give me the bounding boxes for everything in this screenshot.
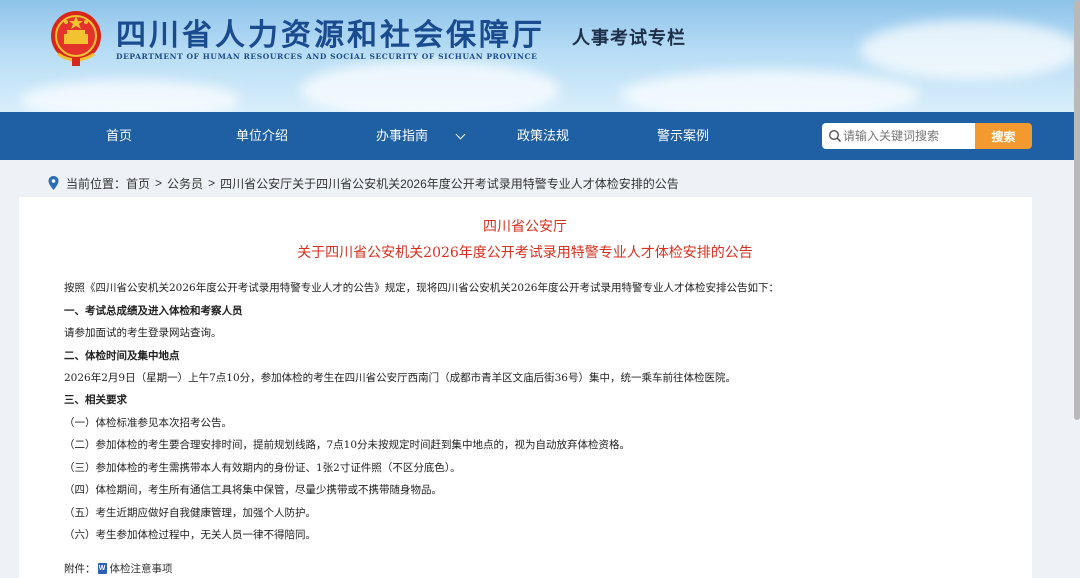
breadcrumb-current: 四川省公安厅关于四川省公安机关2026年度公开考试录用特警专业人才体检安排的公告 xyxy=(220,176,679,191)
chevron-down-icon[interactable] xyxy=(455,129,466,140)
nav-item-home[interactable]: 首页 xyxy=(106,112,132,160)
nav-item-about[interactable]: 单位介绍 xyxy=(236,112,288,160)
section-heading: 二、体检时间及集中地点 xyxy=(64,350,180,362)
nav-item-cases[interactable]: 警示案例 xyxy=(657,112,709,160)
article-paragraph: （六）考生参加体检过程中，无关人员一律不得陪同。 xyxy=(64,529,316,541)
site-title: 四川省人力资源和社会保障厅 xyxy=(116,18,545,53)
article-paragraph: （二）参加体检的考生要合理安排时间，提前规划线路，7点10分未按规定时间赶到集中… xyxy=(64,439,631,451)
breadcrumb-separator: > xyxy=(155,176,163,190)
section-heading: 一、考试总成绩及进入体检和考察人员 xyxy=(64,305,243,317)
attachment-link[interactable]: 体检注意事项 xyxy=(110,561,173,576)
nav-item-guide[interactable]: 办事指南 xyxy=(376,112,428,160)
article-paragraph: （一）体检标准参见本次招考公告。 xyxy=(64,417,232,429)
article-paragraph: 请参加面试的考生登录网站查询。 xyxy=(64,327,222,339)
search-button[interactable]: 搜索 xyxy=(975,123,1032,149)
header-banner: 四川省人力资源和社会保障厅 DEPARTMENT OF HUMAN RESOUR… xyxy=(0,0,1080,112)
article-org: 四川省公安厅 xyxy=(483,219,567,235)
breadcrumb-separator: > xyxy=(208,176,216,190)
attachment-label: 附件： xyxy=(64,563,96,575)
article-title: 关于四川省公安机关2026年度公开考试录用特警专业人才体检安排的公告 xyxy=(297,245,753,261)
page-scrollbar[interactable] xyxy=(1074,0,1080,420)
article-paragraph: （五）考生近期应做好自我健康管理，加强个人防护。 xyxy=(64,507,316,519)
article-paragraph: 按照《四川省公安机关2026年度公开考试录用特警专业人才的公告》规定，现将四川省… xyxy=(64,282,779,294)
breadcrumb: 当前位置： 首页 > 公务员 > 四川省公安厅关于四川省公安机关2026年度公开… xyxy=(48,173,679,193)
column-tag: 人事考试专栏 xyxy=(572,28,686,49)
breadcrumb-home[interactable]: 首页 xyxy=(126,175,150,192)
location-pin-icon xyxy=(48,176,59,190)
article-paragraph: （三）参加体检的考生需携带本人有效期内的身份证、1张2寸证件照（不区分底色）。 xyxy=(64,462,461,474)
search-input[interactable] xyxy=(843,124,971,148)
breadcrumb-prefix: 当前位置： xyxy=(66,176,127,191)
national-emblem-icon xyxy=(51,11,101,66)
word-document-icon: W xyxy=(97,563,107,574)
article-paragraph: （四）体检期间，考生所有通信工具将集中保管，尽量少携带或不携带随身物品。 xyxy=(64,484,442,496)
site-subtitle: DEPARTMENT OF HUMAN RESOURCES AND SOCIAL… xyxy=(116,52,538,61)
article-paragraph: 2026年2月9日（星期一）上午7点10分，参加体检的考生在四川省公安厅西南门（… xyxy=(64,372,736,384)
search-icon xyxy=(828,129,842,143)
section-heading: 三、相关要求 xyxy=(64,394,127,406)
breadcrumb-civil-servant[interactable]: 公务员 xyxy=(167,175,203,192)
attachment-row: 附件： W 体检注意事项 xyxy=(64,561,173,576)
nav-item-policy[interactable]: 政策法规 xyxy=(517,112,569,160)
